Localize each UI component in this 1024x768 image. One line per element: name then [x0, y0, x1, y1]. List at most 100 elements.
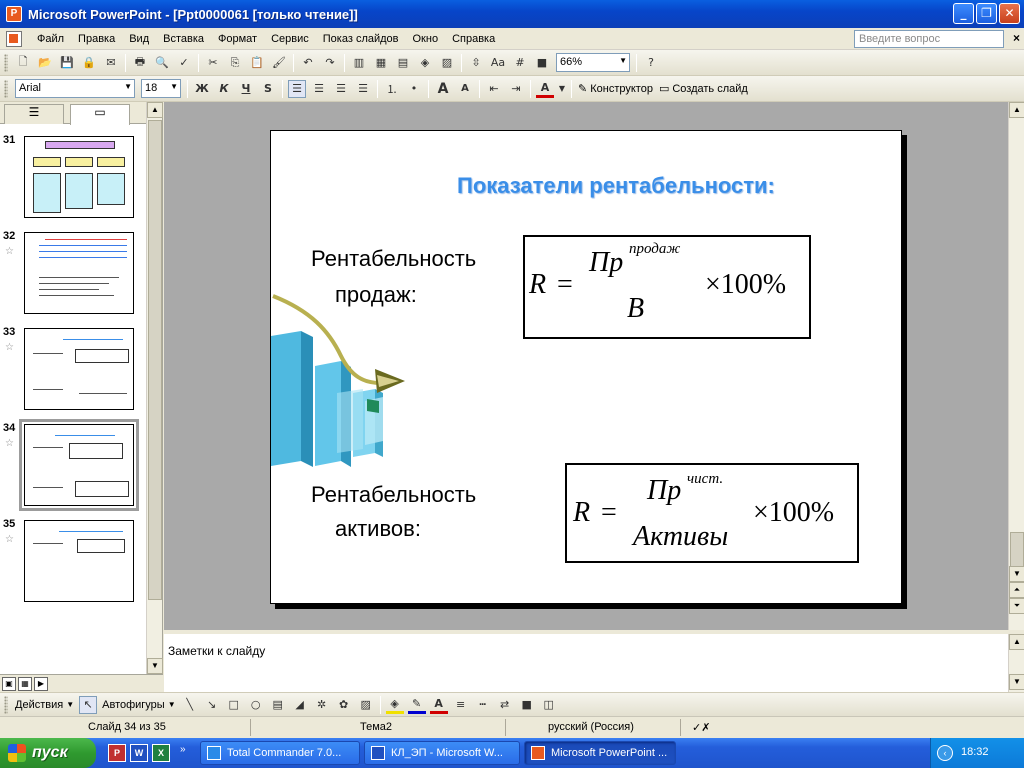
normal-view-icon[interactable]: ▣ [2, 676, 16, 691]
spelling-icon[interactable]: ✓ [175, 54, 193, 72]
menu-tools[interactable]: Сервис [264, 29, 316, 49]
help-search-input[interactable]: Введите вопрос [854, 30, 1004, 48]
toolbar-grip[interactable] [4, 695, 8, 714]
menu-insert[interactable]: Вставка [156, 29, 211, 49]
slide-title[interactable]: Показатели рентабельности: [457, 173, 817, 199]
color-grayscale-icon[interactable]: ■ [533, 54, 551, 72]
maximize-button[interactable]: ❐ [976, 3, 997, 24]
start-button[interactable]: пуск [0, 738, 96, 768]
scroll-down-icon[interactable]: ▼ [1009, 674, 1024, 690]
line-icon[interactable]: ╲ [181, 696, 199, 714]
menu-slideshow[interactable]: Показ слайдов [316, 29, 406, 49]
document-close-icon[interactable]: × [1013, 31, 1020, 45]
scroll-down-icon[interactable]: ▼ [147, 658, 163, 674]
wordart-icon[interactable]: ◢ [291, 696, 309, 714]
tab-outline[interactable]: ☰ [4, 104, 64, 124]
permission-icon[interactable]: 🔒 [80, 54, 98, 72]
shadow-style-icon[interactable]: ■ [518, 696, 536, 714]
scroll-up-icon[interactable]: ▲ [1009, 634, 1024, 650]
thumbnail-32[interactable]: 32 ☆ [0, 228, 146, 318]
zoom-select[interactable]: 66% ▼ [556, 53, 630, 72]
scroll-up-icon[interactable]: ▲ [147, 102, 163, 118]
paste-icon[interactable]: 📋 [248, 54, 266, 72]
scroll-up-icon[interactable]: ▲ [1009, 102, 1024, 118]
slideshow-icon[interactable]: ▶ [34, 676, 48, 691]
line-style-icon[interactable]: ≡ [452, 696, 470, 714]
italic-button[interactable]: К [215, 80, 233, 98]
thumbnail-scrollbar[interactable]: ▲ ▼ [146, 102, 163, 674]
expand-all-icon[interactable]: ⇳ [467, 54, 485, 72]
line-color-icon[interactable]: ✎ [407, 696, 426, 714]
print-preview-icon[interactable]: 🔍 [153, 54, 171, 72]
font-select[interactable]: Arial ▼ [15, 79, 135, 98]
oval-icon[interactable]: ○ [247, 696, 265, 714]
slide-thumbnail[interactable] [24, 520, 134, 602]
notes-scrollbar[interactable]: ▲ ▼ [1008, 634, 1024, 692]
task-word[interactable]: КЛ_ЭП - Microsoft W... [364, 741, 520, 765]
task-total-commander[interactable]: Total Commander 7.0... [200, 741, 360, 765]
font-size-select[interactable]: 18 ▼ [141, 79, 181, 98]
thumbnail-35[interactable]: 35 ☆ [0, 516, 146, 606]
grid-icon[interactable]: # [511, 54, 529, 72]
diagram-icon[interactable]: ✲ [313, 696, 331, 714]
autoshapes-menu[interactable]: Автофигуры ▼ [99, 699, 179, 711]
slide-thumbnail[interactable] [24, 136, 134, 218]
slide-thumbnail[interactable] [24, 232, 134, 314]
spelling-status-icon[interactable]: ✓✗ [692, 721, 710, 734]
slide-sorter-icon[interactable]: ▦ [18, 676, 32, 691]
slide-thumbnail-selected[interactable] [19, 419, 139, 511]
menu-edit[interactable]: Правка [71, 29, 122, 49]
scrollbar-thumb[interactable] [148, 120, 162, 600]
powerpoint-app-icon[interactable]: P [6, 6, 22, 22]
thumbnail-34[interactable]: 34 ☆ [0, 419, 146, 511]
numbering-icon[interactable]: ⒈ [383, 80, 401, 98]
email-icon[interactable]: ✉ [102, 54, 120, 72]
insert-table-icon[interactable]: ▦ [372, 54, 390, 72]
insert-picture-icon[interactable]: ▨ [438, 54, 456, 72]
show-formatting-icon[interactable]: Aa [489, 54, 507, 72]
previous-slide-icon[interactable]: ⏶ [1009, 582, 1024, 598]
menu-view[interactable]: Вид [122, 29, 156, 49]
new-slide-button[interactable]: ▭ Создать слайд [656, 82, 751, 96]
copy-icon[interactable]: ⎘ [226, 54, 244, 72]
designer-button[interactable]: ✎ Конструктор [575, 82, 656, 96]
slide-scrollbar[interactable]: ▲ ▼ ⏶ ⏷ [1008, 102, 1024, 630]
increase-font-icon[interactable]: A [434, 80, 452, 98]
close-button[interactable]: ✕ [999, 3, 1020, 24]
menu-format[interactable]: Формат [211, 29, 264, 49]
new-file-icon[interactable]: 🗋 [14, 54, 32, 72]
rectangle-icon[interactable]: □ [225, 696, 243, 714]
help-icon[interactable]: ? [642, 54, 660, 72]
label-assets-profitability-line1[interactable]: Рентабельность [311, 479, 476, 511]
print-icon[interactable]: 🖶 [131, 54, 149, 72]
quicklaunch-excel-icon[interactable]: X [152, 744, 170, 762]
insert-chart-icon[interactable]: ▥ [350, 54, 368, 72]
quicklaunch-word-icon[interactable]: W [130, 744, 148, 762]
next-slide-icon[interactable]: ⏷ [1009, 598, 1024, 614]
task-powerpoint[interactable]: Microsoft PowerPoint ... [524, 741, 676, 765]
slide-thumbnail[interactable] [24, 328, 134, 410]
arrow-icon[interactable]: ↘ [203, 696, 221, 714]
scrollbar-thumb[interactable] [1010, 532, 1024, 568]
minimize-button[interactable]: _ [953, 3, 974, 24]
label-sales-profitability-line1[interactable]: Рентабельность [311, 243, 476, 275]
justify-icon[interactable]: ☰ [354, 80, 372, 98]
format-painter-icon[interactable]: 🖌 [270, 54, 288, 72]
thumbnail-33[interactable]: 33 ☆ [0, 324, 146, 414]
menu-window[interactable]: Окно [406, 29, 446, 49]
font-color-icon[interactable]: A [536, 80, 554, 98]
cut-icon[interactable]: ✂ [204, 54, 222, 72]
tables-borders-icon[interactable]: ▤ [394, 54, 412, 72]
decrease-font-icon[interactable]: A [456, 80, 474, 98]
shadow-button[interactable]: S [259, 80, 277, 98]
toolbar-grip[interactable] [4, 79, 8, 98]
thumbnail-31[interactable]: 31 [0, 132, 146, 222]
underline-button[interactable]: Ч [237, 80, 255, 98]
bold-button[interactable]: Ж [193, 80, 211, 98]
toolbar-grip[interactable] [4, 53, 8, 72]
increase-indent-icon[interactable]: ⇥ [507, 80, 525, 98]
align-right-icon[interactable]: ☰ [332, 80, 350, 98]
picture-icon[interactable]: ▨ [357, 696, 375, 714]
align-left-icon[interactable]: ☰ [288, 79, 306, 98]
notes-pane[interactable]: Заметки к слайду [164, 630, 1008, 692]
